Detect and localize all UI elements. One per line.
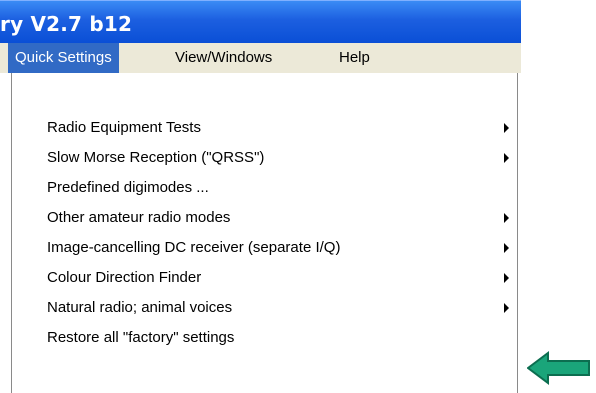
menu-item-slow-morse-reception[interactable]: Slow Morse Reception ("QRSS") xyxy=(12,143,517,173)
menu-item-predefined-digimodes[interactable]: Predefined digimodes ... xyxy=(12,173,517,203)
submenu-arrow-icon xyxy=(504,213,509,223)
menu-item-label: Other amateur radio modes xyxy=(47,209,231,226)
submenu-arrow-icon xyxy=(504,243,509,253)
menu-item-label: Slow Morse Reception ("QRSS") xyxy=(47,149,265,166)
menu-bar: Quick Settings View/Windows Help xyxy=(0,43,521,73)
menu-item-label: Natural radio; animal voices xyxy=(47,299,233,316)
menu-view-windows[interactable]: View/Windows xyxy=(168,43,279,73)
menu-item-label: Colour Direction Finder xyxy=(47,269,202,286)
menu-help[interactable]: Help xyxy=(332,43,377,73)
menu-item-image-cancelling-dc-receiver[interactable]: Image-cancelling DC receiver (separate I… xyxy=(12,233,517,263)
menu-item-other-amateur-radio-modes[interactable]: Other amateur radio modes xyxy=(12,203,517,233)
submenu-arrow-icon xyxy=(504,123,509,133)
submenu-arrow-icon xyxy=(504,303,509,313)
menu-quick-settings[interactable]: Quick Settings xyxy=(8,43,119,73)
menu-item-label: Restore all "factory" settings xyxy=(47,329,235,346)
title-bar: ry V2.7 b12 xyxy=(0,0,521,43)
menu-item-label: Image-cancelling DC receiver (separate I… xyxy=(47,239,341,256)
submenu-arrow-icon xyxy=(504,273,509,283)
menu-item-label: Radio Equipment Tests xyxy=(47,119,201,136)
submenu-arrow-icon xyxy=(504,153,509,163)
left-arrow-icon xyxy=(527,351,590,385)
menu-item-radio-equipment-tests[interactable]: Radio Equipment Tests xyxy=(12,113,517,143)
menu-item-natural-radio[interactable]: Natural radio; animal voices xyxy=(12,293,517,323)
menu-item-colour-direction-finder[interactable]: Colour Direction Finder xyxy=(12,263,517,293)
left-arrow-shape xyxy=(527,351,590,385)
window-title: ry V2.7 b12 xyxy=(0,12,133,36)
menu-item-label: Predefined digimodes ... xyxy=(47,179,209,196)
menu-item-restore-factory-settings[interactable]: Restore all "factory" settings xyxy=(12,323,517,353)
quick-settings-dropdown: Radio Equipment Tests Slow Morse Recepti… xyxy=(11,73,518,393)
